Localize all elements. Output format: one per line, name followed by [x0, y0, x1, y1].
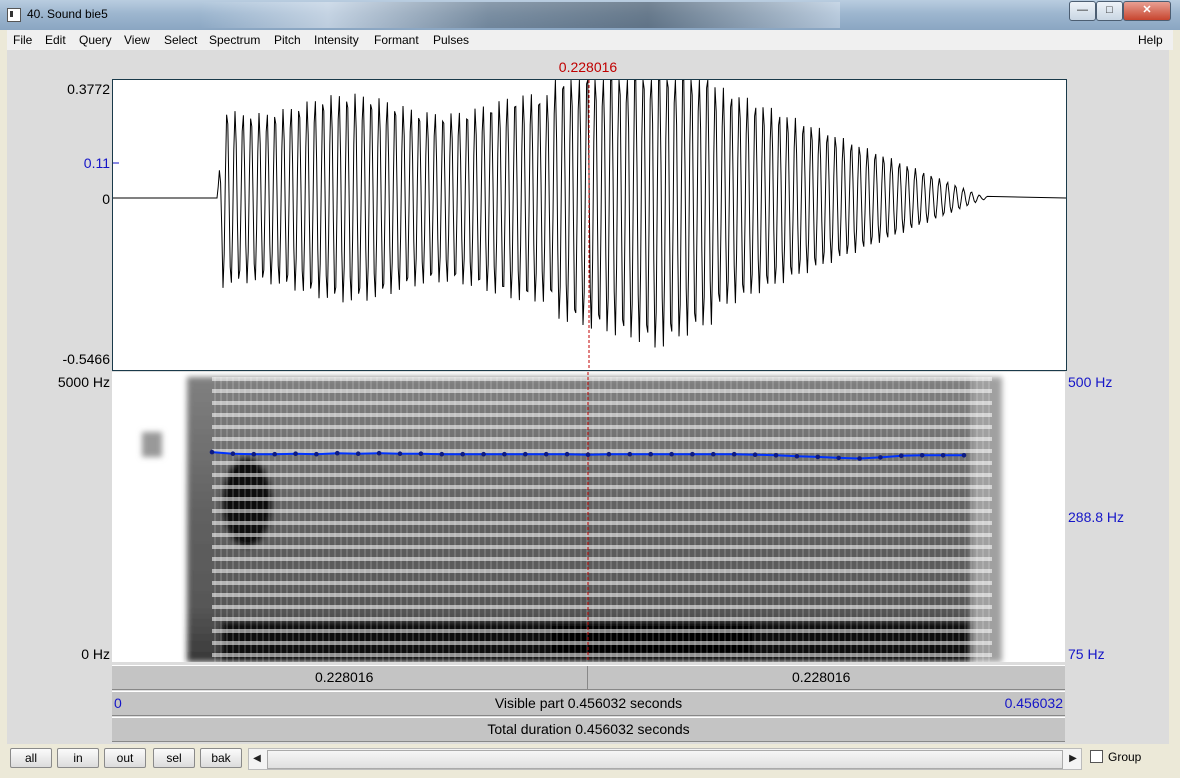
pitch-mid-label: 288.8 Hz — [1068, 509, 1125, 525]
pitch-point — [857, 456, 862, 461]
menu-query[interactable]: Query — [79, 33, 112, 47]
pitch-point — [815, 454, 821, 460]
pitch-point — [627, 451, 633, 457]
pitch-point — [272, 451, 277, 457]
pitch-point — [564, 451, 570, 457]
pitch-top-label: 500 Hz — [1068, 374, 1113, 390]
menu-file[interactable]: File — [13, 33, 32, 47]
title-bar: 40. Sound bie5 — □ ✕ — [0, 0, 1180, 30]
pitch-point — [794, 454, 800, 459]
segment-bar[interactable]: 0.228016 0.228016 — [112, 665, 1065, 690]
pitch-point — [836, 455, 841, 461]
pitch-point — [293, 451, 298, 456]
menu-help[interactable]: Help — [1138, 33, 1163, 47]
zoom-selection-button[interactable]: sel — [153, 748, 195, 768]
menu-pitch[interactable]: Pitch — [274, 33, 301, 47]
wave-ymax-label: 0.3772 — [67, 81, 110, 97]
pitch-point — [335, 450, 340, 456]
menu-pulses[interactable]: Pulses — [433, 33, 469, 47]
left-segment-duration[interactable]: 0.228016 — [315, 669, 373, 685]
menu-select[interactable]: Select — [164, 33, 197, 47]
pitch-point — [543, 451, 549, 457]
menu-formant[interactable]: Formant — [374, 33, 419, 47]
spectrogram-panel[interactable] — [112, 372, 1065, 662]
zoom-in-button[interactable]: in — [57, 748, 99, 768]
pitch-point — [314, 451, 319, 457]
spectrogram-plot — [142, 372, 1002, 662]
pitch-point — [523, 451, 528, 457]
pitch-point — [418, 451, 424, 456]
pitch-point — [460, 451, 466, 457]
menu-bar: File Edit Query View Select Spectrum Pit… — [7, 30, 1173, 50]
visible-part-label: Visible part 0.456032 seconds — [494, 695, 683, 711]
scroll-left-icon[interactable]: ◀ — [249, 749, 265, 769]
spec-bottom-label: 0 Hz — [81, 646, 110, 662]
wave-zero-label: 0 — [102, 191, 110, 207]
pitch-point — [355, 451, 361, 456]
pitch-point — [669, 451, 674, 457]
pitch-point — [502, 451, 507, 457]
pitch-point — [940, 453, 946, 458]
pitch-point — [878, 455, 883, 460]
total-duration-bar[interactable]: Total duration 0.456032 seconds — [112, 717, 1065, 742]
wave-ymin-label: -0.5466 — [62, 351, 110, 367]
pitch-point — [711, 451, 716, 457]
pitch-point — [481, 451, 486, 457]
pitch-point — [773, 453, 779, 458]
pitch-point — [731, 451, 737, 457]
minimize-button[interactable]: — — [1069, 1, 1096, 21]
zoom-all-button[interactable]: all — [10, 748, 52, 768]
pitch-point — [209, 449, 215, 455]
right-segment-duration[interactable]: 0.228016 — [792, 669, 850, 685]
pitch-point — [899, 453, 904, 459]
menu-view[interactable]: View — [124, 33, 150, 47]
group-checkbox[interactable]: Group — [1090, 750, 1141, 764]
visible-end: 0.456032 — [1004, 695, 1063, 711]
close-button[interactable]: ✕ — [1123, 1, 1171, 21]
spectrogram-pulses — [212, 377, 992, 662]
pitch-point — [439, 451, 445, 457]
pitch-point — [230, 451, 236, 456]
waveform-plot — [113, 80, 1066, 370]
bottom-toolbar: all in out sel bak ◀ ▶ Group — [0, 744, 1180, 778]
scroll-right-icon[interactable]: ▶ — [1065, 749, 1081, 769]
visible-part-bar[interactable]: 0 Visible part 0.456032 seconds 0.456032 — [112, 691, 1065, 716]
zoom-back-button[interactable]: bak — [200, 748, 242, 768]
menu-intensity[interactable]: Intensity — [314, 33, 359, 47]
pitch-point — [752, 452, 758, 457]
maximize-button[interactable]: □ — [1096, 1, 1123, 21]
sound-editor[interactable]: 0.228016 0.3772 0.11 0 -0.5466 5000 Hz 0… — [7, 50, 1169, 744]
spec-top-label: 5000 Hz — [57, 374, 110, 390]
checkbox-icon[interactable] — [1090, 750, 1103, 763]
pitch-point — [606, 451, 612, 457]
wave-ymid-label: 0.11 — [83, 155, 110, 171]
cursor-time-label: 0.228016 — [558, 59, 618, 75]
total-duration-label: Total duration 0.456032 seconds — [487, 721, 690, 737]
zoom-out-button[interactable]: out — [104, 748, 146, 768]
pitch-point — [585, 452, 591, 457]
segment-divider — [587, 666, 588, 689]
pitch-point — [919, 453, 925, 458]
background-blur — [200, 2, 840, 28]
app-icon — [7, 8, 21, 22]
pitch-point — [690, 451, 695, 457]
pitch-bottom-label: 75 Hz — [1068, 646, 1105, 662]
menu-spectrum[interactable]: Spectrum — [209, 33, 260, 47]
pitch-point — [397, 451, 403, 456]
group-label: Group — [1108, 750, 1142, 764]
window-title: 40. Sound bie5 — [27, 7, 108, 21]
time-scrollbar[interactable]: ◀ ▶ — [248, 748, 1082, 770]
scroll-thumb[interactable] — [267, 750, 1063, 769]
pitch-point — [376, 450, 382, 456]
pitch-point — [961, 453, 967, 458]
window-frame: File Edit Query View Select Spectrum Pit… — [0, 30, 1180, 778]
menu-edit[interactable]: Edit — [45, 33, 66, 47]
pitch-point — [648, 451, 653, 457]
waveform-panel[interactable] — [112, 79, 1067, 371]
pitch-point — [251, 451, 257, 457]
